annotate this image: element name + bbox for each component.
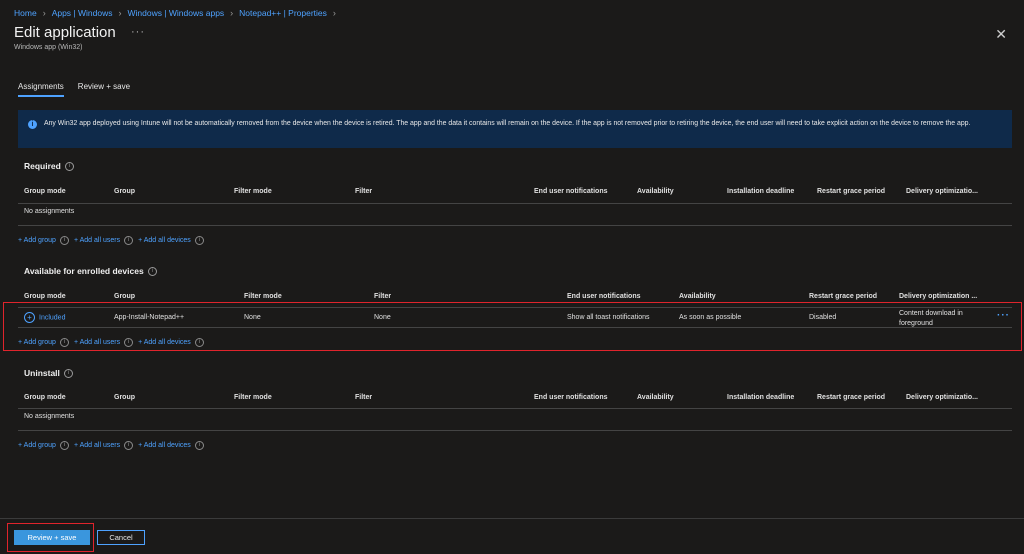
page-subtitle: Windows app (Win32)	[14, 44, 83, 51]
delivery-optimization-link[interactable]: Content download in foreground	[899, 309, 963, 329]
tab-bar: Assignments Review + save	[18, 82, 144, 97]
column-header: Delivery optimizatio...	[906, 188, 978, 195]
divider	[18, 408, 1012, 409]
column-header: Availability	[679, 293, 716, 300]
empty-state: No assignments	[24, 413, 75, 420]
info-icon[interactable]: i	[63, 369, 73, 379]
info-banner: i Any Win32 app deployed using Intune wi…	[18, 110, 1012, 148]
column-header: Group mode	[24, 188, 66, 195]
column-header: Availability	[637, 188, 674, 195]
column-header: Restart grace period	[817, 394, 886, 401]
divider	[18, 307, 1012, 308]
info-icon[interactable]: i	[147, 267, 157, 277]
column-header: Installation deadline	[727, 188, 795, 195]
column-header: Group	[114, 293, 135, 300]
group-mode-value[interactable]: Included	[39, 314, 65, 321]
column-header: End user notifications	[534, 188, 608, 195]
close-icon[interactable]: ✕	[995, 26, 1007, 43]
group-name: App-Install-Notepad++	[114, 314, 185, 321]
add-group-link[interactable]: + Add group	[18, 339, 56, 346]
column-header: Group mode	[24, 394, 66, 401]
add-all-devices-link[interactable]: + Add all devices	[138, 339, 191, 346]
breadcrumb: Home › Apps | Windows › Windows | Window…	[14, 8, 336, 18]
divider	[18, 225, 1012, 226]
review-save-button[interactable]: Review + save	[14, 530, 90, 545]
filter-mode-link[interactable]: None	[244, 314, 261, 321]
info-icon[interactable]: i	[124, 236, 134, 245]
add-links-uninstall: + Add group i + Add all users i + Add all …	[18, 441, 206, 450]
column-header: Filter	[355, 394, 373, 401]
breadcrumb-notepad-properties[interactable]: Notepad++ | Properties	[239, 8, 327, 18]
restart-grace-link[interactable]: Disabled	[809, 314, 836, 321]
availability-link[interactable]: As soon as possible	[679, 314, 741, 321]
table-row-group-mode[interactable]: + Included	[24, 312, 65, 323]
column-header: Group	[114, 394, 135, 401]
add-all-devices-link[interactable]: + Add all devices	[138, 237, 191, 244]
empty-state: No assignments	[24, 208, 75, 215]
info-icon[interactable]: i	[194, 441, 204, 450]
page-title: Edit application	[14, 24, 116, 41]
divider	[18, 203, 1012, 204]
info-icon[interactable]: i	[59, 441, 69, 450]
info-icon[interactable]: i	[59, 338, 69, 347]
column-header: Filter	[374, 293, 392, 300]
chevron-right-icon: ›	[42, 8, 46, 18]
add-all-users-link[interactable]: + Add all users	[74, 442, 120, 449]
delivery-line[interactable]: Content download in	[899, 309, 963, 319]
add-group-link[interactable]: + Add group	[18, 442, 56, 449]
add-all-users-link[interactable]: + Add all users	[74, 339, 120, 346]
info-icon[interactable]: i	[194, 338, 204, 347]
breadcrumb-home[interactable]: Home	[14, 8, 37, 18]
add-group-link[interactable]: + Add group	[18, 237, 56, 244]
divider	[18, 430, 1012, 431]
filter-link[interactable]: None	[374, 314, 391, 321]
add-circle-icon: +	[24, 312, 35, 323]
info-icon[interactable]: i	[64, 162, 74, 172]
row-more-icon[interactable]: ···	[997, 310, 1010, 321]
column-header: Filter mode	[234, 188, 272, 195]
column-header: Restart grace period	[809, 293, 878, 300]
section-title-text: Available for enrolled devices	[24, 266, 144, 276]
column-header: End user notifications	[534, 394, 608, 401]
column-header: Group mode	[24, 293, 66, 300]
more-options-icon[interactable]: ···	[131, 26, 145, 38]
banner-text: Any Win32 app deployed using Intune will…	[44, 120, 971, 127]
column-header: Group	[114, 188, 135, 195]
section-title-available: Available for enrolled devices i	[24, 266, 157, 277]
add-links-required: + Add group i + Add all users i + Add all …	[18, 236, 206, 245]
section-title-uninstall: Uninstall i	[24, 368, 73, 379]
add-all-users-link[interactable]: + Add all users	[74, 237, 120, 244]
column-header: Restart grace period	[817, 188, 886, 195]
breadcrumb-windows-apps[interactable]: Windows | Windows apps	[127, 8, 224, 18]
add-all-devices-link[interactable]: + Add all devices	[138, 442, 191, 449]
column-header: Availability	[637, 394, 674, 401]
column-header: Filter mode	[244, 293, 282, 300]
add-links-available: + Add group i + Add all users i + Add all …	[18, 338, 206, 347]
column-header: Delivery optimization ...	[899, 293, 978, 300]
section-title-text: Required	[24, 161, 61, 171]
column-header: Delivery optimizatio...	[906, 394, 978, 401]
divider	[18, 327, 1012, 328]
breadcrumb-apps-windows[interactable]: Apps | Windows	[52, 8, 113, 18]
chevron-right-icon: ›	[332, 8, 336, 18]
info-icon[interactable]: i	[124, 338, 134, 347]
column-header: Filter mode	[234, 394, 272, 401]
chevron-right-icon: ›	[230, 8, 234, 18]
column-header: Filter	[355, 188, 373, 195]
info-icon[interactable]: i	[59, 236, 69, 245]
column-header: Installation deadline	[727, 394, 795, 401]
footer-divider	[0, 518, 1024, 519]
info-icon[interactable]: i	[124, 441, 134, 450]
tab-review-save[interactable]: Review + save	[78, 82, 144, 97]
cancel-button[interactable]: Cancel	[97, 530, 145, 545]
tab-assignments[interactable]: Assignments	[18, 82, 64, 97]
info-icon[interactable]: i	[194, 236, 204, 245]
column-header: End user notifications	[567, 293, 641, 300]
notifications-link[interactable]: Show all toast notifications	[567, 314, 650, 321]
info-icon: i	[28, 120, 37, 129]
section-title-required: Required i	[24, 161, 74, 172]
section-title-text: Uninstall	[24, 368, 60, 378]
chevron-right-icon: ›	[118, 8, 122, 18]
